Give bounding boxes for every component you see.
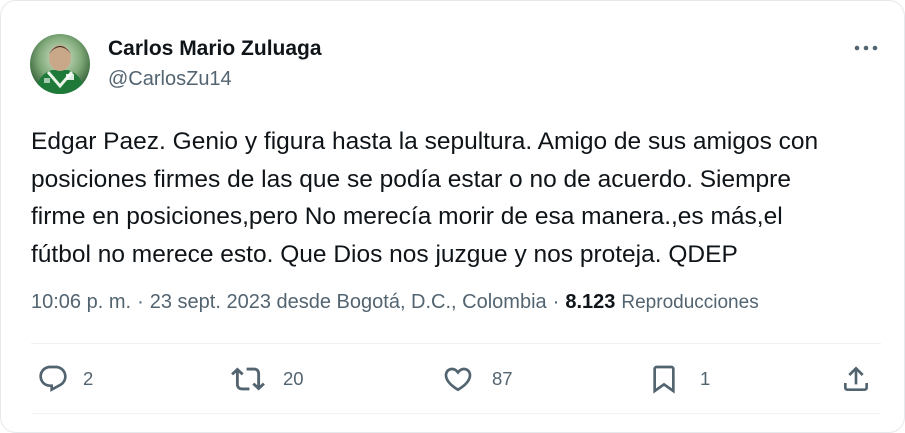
share-button[interactable] bbox=[840, 363, 872, 395]
share-icon bbox=[844, 366, 868, 391]
avatar[interactable] bbox=[30, 34, 90, 94]
bookmark-button[interactable]: 1 bbox=[648, 363, 710, 395]
meta-separator: · bbox=[552, 291, 560, 313]
tweet-time[interactable]: 10:06 p. m. bbox=[31, 291, 131, 314]
tweet-text: Edgar Paez. Genio y figura hasta la sepu… bbox=[31, 123, 881, 273]
heart-icon bbox=[444, 367, 472, 392]
views-label: Reproducciones bbox=[621, 292, 759, 313]
retweet-icon bbox=[231, 367, 265, 391]
tweet-card: Carlos Mario Zuluaga @CarlosZu14 Edgar P… bbox=[0, 0, 905, 433]
tweet-text-line: posiciones firmes de las que se podía es… bbox=[31, 165, 791, 193]
tweet-date-location[interactable]: 23 sept. 2023 desde Bogotá, D.C., Colomb… bbox=[150, 291, 547, 314]
views-count: 8.123 bbox=[565, 291, 616, 313]
retweet-button[interactable]: 20 bbox=[231, 363, 304, 395]
divider bbox=[31, 343, 881, 344]
author-handle[interactable]: @CarlosZu14 bbox=[108, 68, 232, 91]
like-button[interactable]: 87 bbox=[442, 363, 513, 395]
author-name[interactable]: Carlos Mario Zuluaga bbox=[108, 37, 322, 61]
bookmark-count: 1 bbox=[700, 368, 711, 389]
reply-button[interactable]: 2 bbox=[37, 363, 93, 395]
tweet-text-line: Edgar Paez. Genio y figura hasta la sepu… bbox=[31, 128, 819, 155]
more-dots-icon bbox=[854, 45, 878, 51]
like-count: 87 bbox=[492, 368, 513, 389]
bookmark-icon bbox=[653, 365, 675, 394]
reply-count: 2 bbox=[83, 368, 94, 389]
retweet-count: 20 bbox=[283, 368, 304, 389]
divider bbox=[31, 413, 881, 414]
avatar-image bbox=[30, 34, 90, 94]
reply-icon bbox=[39, 365, 67, 392]
tweet-text-line: firme en posiciones,pero No merecía mori… bbox=[31, 203, 783, 230]
tweet-text-line: fútbol no merece esto. Que Dios nos juzg… bbox=[31, 240, 738, 268]
more-options-button[interactable] bbox=[851, 37, 881, 59]
tweet-meta: 10:06 p. m. · 23 sept. 2023 desde Bogotá… bbox=[31, 291, 759, 314]
meta-separator: · bbox=[137, 291, 144, 313]
